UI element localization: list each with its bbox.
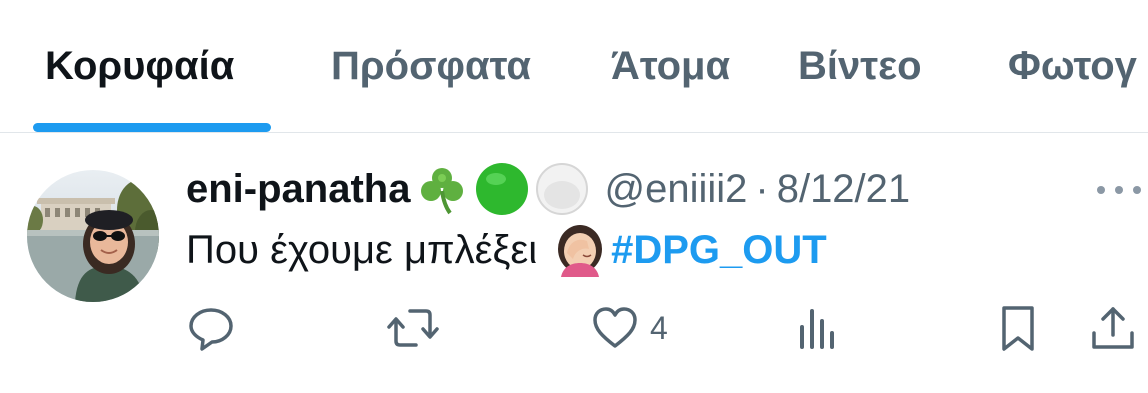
active-tab-indicator: [33, 123, 271, 132]
tab-top[interactable]: Κορυφαία: [45, 40, 234, 92]
reply-button[interactable]: [186, 300, 236, 356]
like-count: 4: [650, 309, 668, 346]
shamrock-icon: [414, 161, 470, 217]
tweet-text: Που έχουμε μπλέξει #DPG_OUT: [186, 222, 827, 278]
retweet-button[interactable]: [386, 300, 440, 356]
tweet-header: eni-panatha @eniiii2 · 8/12/21: [186, 160, 910, 218]
avatar[interactable]: [27, 170, 159, 302]
facepalm-icon: [553, 223, 607, 277]
hashtag-link[interactable]: #DPG_OUT: [611, 228, 827, 273]
tab-videos[interactable]: Βίντεο: [798, 40, 922, 92]
tweet-text-content: Που έχουμε μπλέξει: [186, 227, 538, 272]
retweet-icon: [387, 309, 439, 347]
views-icon: [800, 309, 834, 349]
display-name[interactable]: eni-panatha: [186, 167, 410, 212]
white-circle-icon: [534, 161, 590, 217]
tweet-date[interactable]: 8/12/21: [777, 167, 910, 212]
bookmark-icon: [1002, 306, 1034, 351]
like-button[interactable]: 4: [590, 300, 668, 356]
tab-people[interactable]: Άτομα: [611, 40, 730, 92]
reply-icon: [189, 308, 233, 351]
bookmark-button[interactable]: [996, 300, 1040, 356]
more-options-icon[interactable]: [1093, 180, 1145, 200]
tab-latest[interactable]: Πρόσφατα: [331, 40, 531, 92]
green-circle-icon: [474, 161, 530, 217]
meta-separator: ·: [755, 166, 769, 211]
views-button[interactable]: [796, 300, 840, 356]
heart-icon: [593, 307, 637, 348]
tab-photos[interactable]: Φωτογ: [1008, 40, 1137, 92]
user-handle[interactable]: @eniiii2: [604, 167, 747, 212]
search-tabs: Κορυφαία Πρόσφατα Άτομα Βίντεο Φωτογ: [0, 0, 1148, 133]
share-button[interactable]: [1088, 300, 1138, 356]
share-icon: [1092, 307, 1134, 349]
